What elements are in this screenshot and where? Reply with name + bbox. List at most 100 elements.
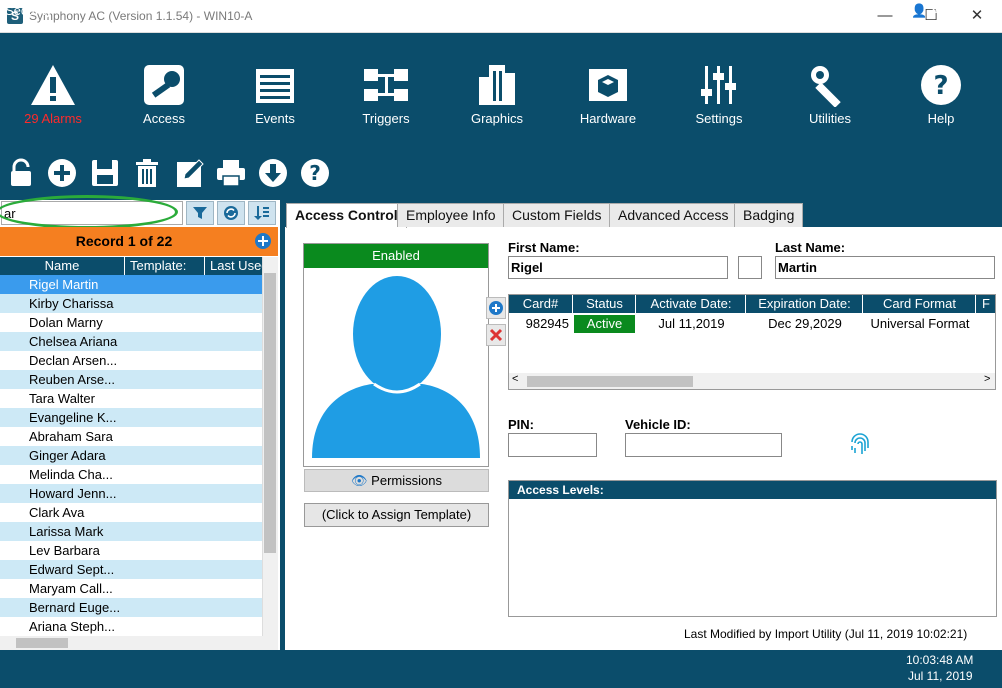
tab-badging[interactable]: Badging	[734, 203, 804, 227]
card-horizontal-scroll-thumb[interactable]	[527, 376, 693, 387]
vehicle-id-field[interactable]	[625, 433, 782, 457]
nav-help[interactable]: ? Help	[896, 63, 986, 126]
list-header: Name Template: Last Used	[0, 257, 262, 275]
nav-help-label: Help	[927, 111, 955, 126]
tab-advanced-access[interactable]: Advanced Access	[609, 203, 738, 227]
lock-icon[interactable]	[6, 158, 36, 188]
delete-icon[interactable]	[132, 158, 162, 188]
drivers-button[interactable]: ⚙ Drivers	[798, 3, 858, 19]
last-name-label: Last Name:	[775, 240, 846, 255]
nav-hardware[interactable]: Hardware	[563, 63, 653, 126]
list-item[interactable]: Bernard Euge...	[0, 598, 262, 617]
card-column-format[interactable]: Card Format	[864, 295, 976, 313]
list-item[interactable]: Larissa Mark	[0, 522, 262, 541]
filter-button[interactable]	[186, 201, 214, 225]
list-item[interactable]: Ginger Adara	[0, 446, 262, 465]
column-template[interactable]: Template:	[126, 257, 205, 275]
gear-icon: ⚙	[798, 3, 810, 18]
card-column-activate[interactable]: Activate Date:	[637, 295, 746, 313]
list-item[interactable]: Chelsea Ariana	[0, 332, 262, 351]
list-vertical-scroll-thumb[interactable]	[264, 273, 276, 553]
list-item[interactable]: Howard Jenn...	[0, 484, 262, 503]
list-item[interactable]: Maryam Call...	[0, 579, 262, 598]
delete-card-button[interactable]	[486, 324, 506, 346]
list-item[interactable]: Dolan Marny	[0, 313, 262, 332]
add-icon[interactable]	[47, 158, 77, 188]
clock-time: 10:03:48 AM	[906, 653, 974, 667]
nav-access-label: Access	[143, 111, 185, 126]
list-item[interactable]: Clark Ava	[0, 503, 262, 522]
permissions-button[interactable]: 👁 Permissions	[304, 469, 489, 492]
column-last-used[interactable]: Last Used	[206, 257, 262, 275]
list-item[interactable]: Tara Walter	[0, 389, 262, 408]
refresh-button[interactable]	[217, 201, 245, 225]
add-card-button[interactable]	[486, 297, 506, 319]
security-menu[interactable]: Security	[5, 3, 52, 18]
nav-graphics[interactable]: Graphics	[452, 63, 542, 126]
drivers-label: Drivers	[813, 3, 859, 18]
download-icon[interactable]	[258, 158, 288, 188]
user-icon: 👤	[911, 3, 928, 18]
record-toolbar: ?	[0, 128, 1002, 200]
scroll-left-arrow-icon[interactable]: <	[512, 373, 518, 385]
card-column-status[interactable]: Status	[574, 295, 636, 313]
tab-custom-fields[interactable]: Custom Fields	[503, 203, 611, 227]
red-x-icon	[489, 328, 503, 342]
record-counter: Record 1 of 22	[0, 227, 248, 256]
tab-access-control[interactable]: Access Control	[286, 203, 407, 228]
list-item[interactable]: Lev Barbara	[0, 541, 262, 560]
help-icon[interactable]: ?	[300, 158, 330, 188]
card-column-expiration[interactable]: Expiration Date:	[747, 295, 863, 313]
nav-triggers[interactable]: Triggers	[341, 63, 431, 126]
list-item[interactable]: Melinda Cha...	[0, 465, 262, 484]
last-modified-text: Last Modified by Import Utility (Jul 11,…	[684, 627, 968, 641]
scroll-right-arrow-icon[interactable]: >	[984, 373, 990, 385]
assign-template-button[interactable]: (Click to Assign Template)	[304, 503, 489, 527]
list-item[interactable]: Kirby Charissa	[0, 294, 262, 313]
hardware-icon	[589, 69, 627, 101]
list-item[interactable]: Declan Arsen...	[0, 351, 262, 370]
nav-alarms[interactable]: 29 Alarms	[8, 63, 98, 126]
list-item[interactable]: Edward Sept...	[0, 560, 262, 579]
card-activate-cell[interactable]: Jul 11,2019	[637, 315, 746, 333]
last-name-field[interactable]	[775, 256, 995, 279]
sort-button[interactable]	[248, 201, 276, 225]
list-item[interactable]: Abraham Sara	[0, 427, 262, 446]
save-icon[interactable]	[90, 158, 120, 188]
record-add-button[interactable]	[248, 227, 278, 256]
list-horizontal-scroll-thumb[interactable]	[16, 638, 68, 648]
card-column-number[interactable]: Card#	[509, 295, 573, 313]
nav-events-label: Events	[255, 111, 295, 126]
pin-field[interactable]	[508, 433, 597, 457]
nav-access[interactable]: Access	[119, 63, 209, 126]
card-status-cell[interactable]: Active	[574, 315, 635, 333]
column-name[interactable]: Name	[0, 257, 125, 275]
user-button[interactable]: 👤 ADMIN	[911, 3, 973, 19]
card-expiration-cell[interactable]: Dec 29,2029	[747, 315, 863, 333]
wrench-icon	[811, 66, 841, 107]
fingerprint-icon[interactable]	[849, 428, 871, 458]
search-input[interactable]	[1, 201, 183, 225]
nav-settings-label: Settings	[695, 111, 743, 126]
nav-utilities-label: Utilities	[809, 111, 851, 126]
middle-initial-field[interactable]	[738, 256, 762, 279]
card-column-more[interactable]: F	[977, 295, 995, 313]
list-item[interactable]: Reuben Arse...	[0, 370, 262, 389]
tab-employee-info[interactable]: Employee Info	[397, 203, 505, 227]
access-levels-list[interactable]	[508, 480, 997, 617]
list-item[interactable]: Ariana Steph...	[0, 617, 262, 636]
list-item[interactable]: Rigel Martin	[0, 275, 262, 294]
print-icon[interactable]	[216, 158, 246, 188]
status-badge[interactable]: Enabled	[304, 244, 488, 268]
edit-icon[interactable]	[175, 158, 205, 188]
first-name-field[interactable]	[508, 256, 728, 279]
card-number-cell[interactable]: 982945	[509, 315, 573, 333]
nav-utilities[interactable]: Utilities	[785, 63, 875, 126]
nav-settings[interactable]: Settings	[674, 63, 764, 126]
card-format-cell[interactable]: Universal Format	[864, 315, 976, 333]
photo-frame[interactable]	[303, 243, 489, 467]
nav-events[interactable]: Events	[230, 63, 320, 126]
minimize-button[interactable]: —	[862, 0, 908, 32]
list-item[interactable]: Evangeline K...	[0, 408, 262, 427]
nav-graphics-label: Graphics	[470, 111, 524, 126]
